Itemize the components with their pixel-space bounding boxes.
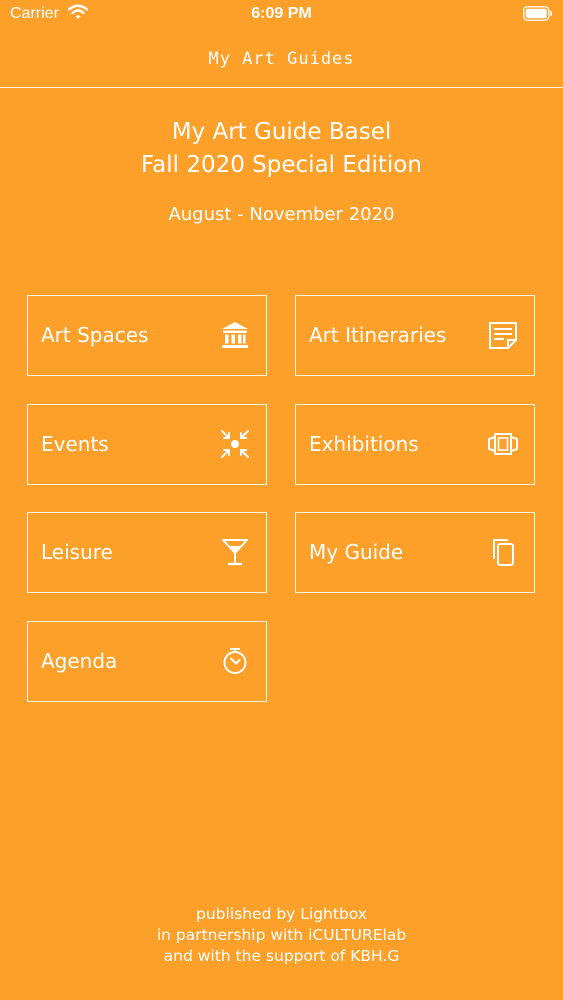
art-spaces-button[interactable]: Art Spaces — [27, 295, 267, 376]
credits-support: and with the support of KBH.G — [163, 947, 400, 965]
itinerary-note-icon — [486, 318, 520, 352]
battery-icon — [523, 6, 553, 26]
navigation-bar: My Art Guides — [0, 30, 563, 88]
credits-publisher: published by Lightbox — [196, 905, 367, 923]
copy-pages-icon — [486, 535, 520, 569]
museum-icon — [218, 318, 252, 352]
leisure-label: Leisure — [41, 540, 113, 564]
events-button[interactable]: Events — [27, 404, 267, 485]
art-spaces-label: Art Spaces — [41, 323, 149, 347]
credits-footer: published by Lightbox in partnership wit… — [0, 904, 563, 967]
cocktail-glass-icon — [218, 535, 252, 569]
my-guide-label: My Guide — [309, 540, 404, 564]
events-burst-icon — [218, 427, 252, 461]
guide-subtitle: Fall 2020 Special Edition — [141, 152, 422, 178]
status-bar: Carrier 6:09 PM — [0, 0, 563, 30]
guide-dates: August - November 2020 — [168, 204, 395, 225]
agenda-label: Agenda — [41, 649, 118, 673]
guide-header: My Art Guide Basel Fall 2020 Special Edi… — [0, 116, 563, 225]
exhibitions-label: Exhibitions — [309, 432, 419, 456]
timer-icon — [218, 644, 252, 678]
credits-partner: in partnership with iCULTURElab — [156, 926, 407, 944]
leisure-button[interactable]: Leisure — [27, 512, 267, 593]
status-time: 6:09 PM — [251, 5, 312, 22]
agenda-button[interactable]: Agenda — [27, 621, 267, 702]
my-guide-button[interactable]: My Guide — [295, 512, 535, 593]
art-itineraries-label: Art Itineraries — [309, 323, 447, 347]
guide-title: My Art Guide Basel — [171, 119, 392, 145]
art-itineraries-button[interactable]: Art Itineraries — [295, 295, 535, 376]
exhibitions-button[interactable]: Exhibitions — [295, 404, 535, 485]
nav-title: My Art Guides — [208, 49, 355, 69]
events-label: Events — [41, 432, 109, 456]
exhibition-frame-icon — [486, 427, 520, 461]
